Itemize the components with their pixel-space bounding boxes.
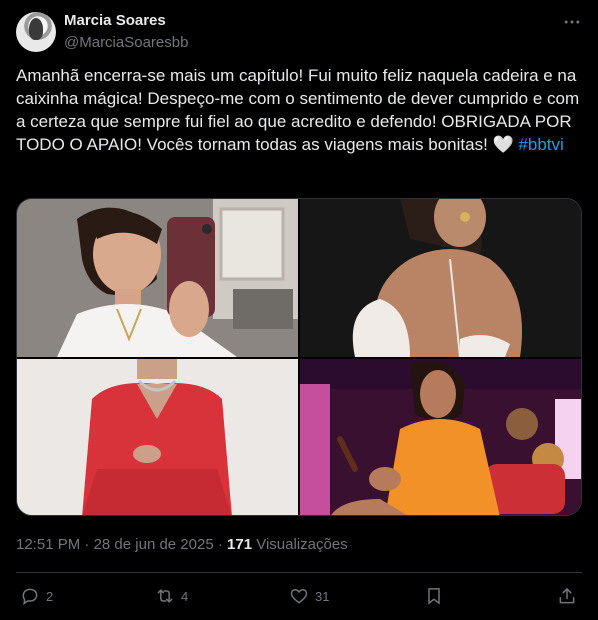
- share-icon: [559, 588, 575, 604]
- reply-count: 2: [46, 588, 54, 604]
- tweet-time[interactable]: 12:51 PM: [16, 536, 80, 553]
- views-label: Visualizações: [252, 536, 348, 553]
- reply-icon: [22, 588, 38, 606]
- tweet-body: Amanhã encerra-se mais um capítulo! Fui …: [16, 66, 584, 154]
- photo-2[interactable]: [300, 199, 581, 357]
- like-count: 31: [315, 588, 330, 604]
- views-count: 171: [227, 536, 253, 553]
- avatar[interactable]: [16, 12, 56, 52]
- more-options-button[interactable]: [560, 10, 584, 34]
- photo-1[interactable]: [17, 199, 298, 357]
- divider: [16, 572, 582, 573]
- meta-separator-2: ·: [213, 536, 228, 553]
- reply-button[interactable]: 2: [20, 584, 53, 608]
- author-handle[interactable]: @MarciaSoaresbb: [64, 34, 188, 51]
- like-button[interactable]: 31: [289, 584, 329, 608]
- photo-3[interactable]: [17, 359, 298, 515]
- bookmark-icon: [428, 588, 440, 605]
- photo-4[interactable]: [300, 359, 581, 515]
- share-button[interactable]: [557, 584, 577, 608]
- hashtag-link[interactable]: #bbtvi: [518, 135, 563, 154]
- repost-icon: [157, 589, 173, 603]
- more-icon: [564, 20, 580, 24]
- repost-count: 4: [181, 588, 189, 604]
- heart-icon: [290, 588, 308, 604]
- meta-separator: ·: [80, 536, 94, 553]
- repost-button[interactable]: 4: [155, 584, 188, 608]
- media-grid: [16, 198, 582, 516]
- tweet-text: Amanhã encerra-se mais um capítulo! Fui …: [16, 64, 582, 156]
- tweet: Marcia Soares @MarciaSoaresbb Amanhã enc…: [0, 0, 598, 620]
- author-name[interactable]: Marcia Soares: [64, 12, 166, 29]
- tweet-date[interactable]: 28 de jun de 2025: [94, 536, 214, 553]
- tweet-meta: 12:51 PM · 28 de jun de 2025 · 171 Visua…: [16, 536, 348, 553]
- bookmark-button[interactable]: [424, 584, 444, 608]
